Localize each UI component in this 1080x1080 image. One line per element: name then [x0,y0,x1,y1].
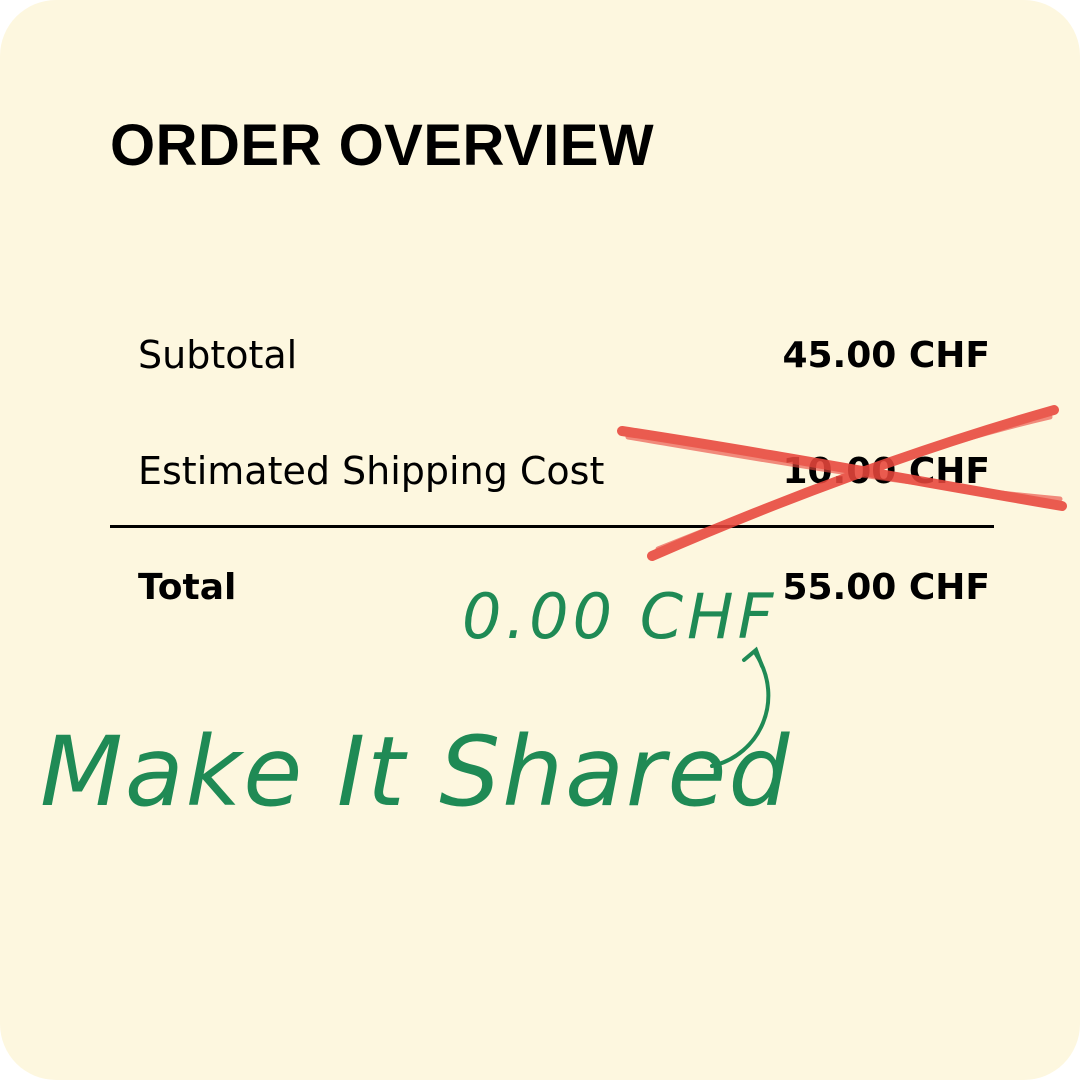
handwritten-new-shipping: 0.00 CHF [462,580,777,653]
annotation-layer: 0.00 CHF Make It Shared [40,405,1067,828]
order-overview-card: ORDER OVERVIEW Subtotal 45.00 CHF Estima… [0,0,1080,1080]
handwritten-slogan: Make It Shared [40,716,791,828]
strike-cross-icon [617,405,1067,561]
